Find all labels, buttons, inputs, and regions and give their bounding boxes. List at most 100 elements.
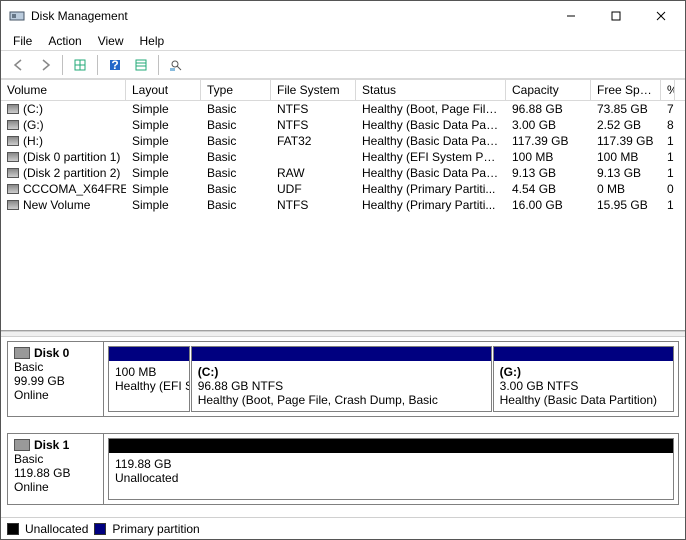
partition-status: Healthy (Boot, Page File, Crash Dump, Ba… <box>198 393 485 407</box>
partition[interactable]: (C:)96.88 GB NTFSHealthy (Boot, Page Fil… <box>191 346 492 412</box>
column-headers: Volume Layout Type File System Status Ca… <box>1 79 685 101</box>
partition-title: (C:) <box>198 365 485 379</box>
swatch-primary <box>94 523 106 535</box>
disk-row: Disk 0Basic99.99 GBOnline100 MBHealthy (… <box>7 341 679 417</box>
app-icon <box>9 8 25 24</box>
partition-bar <box>192 347 491 361</box>
minimize-button[interactable] <box>548 2 593 30</box>
cell-type: Basic <box>201 101 271 117</box>
partition-status: Healthy (Basic Data Partition) <box>500 393 667 407</box>
cell-fs: NTFS <box>271 197 356 213</box>
toolbar-separator <box>158 55 159 75</box>
hdd-icon <box>14 439 30 451</box>
partition[interactable]: (G:)3.00 GB NTFSHealthy (Basic Data Part… <box>493 346 674 412</box>
partition-title: (G:) <box>500 365 667 379</box>
search-button[interactable] <box>164 54 188 76</box>
cell-status: Healthy (Basic Data Parti... <box>356 117 506 133</box>
volume-icon <box>7 168 19 178</box>
maximize-button[interactable] <box>593 2 638 30</box>
volume-name: (C:) <box>23 102 43 116</box>
cell-status: Healthy (Basic Data Parti... <box>356 165 506 181</box>
graphical-view: Disk 0Basic99.99 GBOnline100 MBHealthy (… <box>1 337 685 517</box>
col-type[interactable]: Type <box>201 80 271 100</box>
col-status[interactable]: Status <box>356 80 506 100</box>
title-bar: Disk Management <box>1 1 685 31</box>
volume-row[interactable]: (H:)SimpleBasicFAT32Healthy (Basic Data … <box>1 133 685 149</box>
cell-free: 0 MB <box>591 181 661 197</box>
volume-row[interactable]: (Disk 0 partition 1)SimpleBasicHealthy (… <box>1 149 685 165</box>
view-grid-button[interactable] <box>68 54 92 76</box>
view-list-button[interactable] <box>129 54 153 76</box>
disk-partitions: 119.88 GBUnallocated <box>104 434 678 504</box>
disk-name: Disk 0 <box>34 346 69 360</box>
cell-capacity: 9.13 GB <box>506 165 591 181</box>
partition-size: 119.88 GB <box>115 457 667 471</box>
cell-pct: 1 <box>661 165 675 181</box>
cell-fs <box>271 149 356 165</box>
menu-help[interactable]: Help <box>132 32 173 50</box>
col-pct[interactable]: % <box>661 80 675 100</box>
hdd-icon <box>14 347 30 359</box>
disk-type: Basic <box>14 452 97 466</box>
volume-row[interactable]: (Disk 2 partition 2)SimpleBasicRAWHealth… <box>1 165 685 181</box>
partition-status: Unallocated <box>115 471 667 485</box>
volume-icon <box>7 152 19 162</box>
partition-bar <box>494 347 673 361</box>
cell-pct: 1 <box>661 197 675 213</box>
cell-type: Basic <box>201 165 271 181</box>
cell-layout: Simple <box>126 117 201 133</box>
cell-pct: 1 <box>661 133 675 149</box>
col-free[interactable]: Free Spa... <box>591 80 661 100</box>
disk-size: 99.99 GB <box>14 374 97 388</box>
forward-button[interactable] <box>33 54 57 76</box>
cell-capacity: 96.88 GB <box>506 101 591 117</box>
disk-label[interactable]: Disk 1Basic119.88 GBOnline <box>8 434 104 504</box>
col-capacity[interactable]: Capacity <box>506 80 591 100</box>
cell-status: Healthy (Primary Partiti... <box>356 197 506 213</box>
cell-type: Basic <box>201 117 271 133</box>
cell-free: 9.13 GB <box>591 165 661 181</box>
legend-primary: Primary partition <box>112 522 199 536</box>
svg-text:?: ? <box>111 58 118 72</box>
help-button[interactable]: ? <box>103 54 127 76</box>
cell-free: 100 MB <box>591 149 661 165</box>
partition-status: Healthy (EFI Sys <box>115 379 183 393</box>
cell-type: Basic <box>201 181 271 197</box>
cell-layout: Simple <box>126 181 201 197</box>
volume-icon <box>7 120 19 130</box>
col-layout[interactable]: Layout <box>126 80 201 100</box>
disk-type: Basic <box>14 360 97 374</box>
volume-name: (G:) <box>23 118 44 132</box>
cell-capacity: 4.54 GB <box>506 181 591 197</box>
disk-size: 119.88 GB <box>14 466 97 480</box>
menu-action[interactable]: Action <box>40 32 89 50</box>
cell-status: Healthy (Boot, Page File... <box>356 101 506 117</box>
menu-file[interactable]: File <box>5 32 40 50</box>
cell-layout: Simple <box>126 197 201 213</box>
cell-pct: 7 <box>661 101 675 117</box>
volume-row[interactable]: CCCOMA_X64FRE...SimpleBasicUDFHealthy (P… <box>1 181 685 197</box>
cell-status: Healthy (Basic Data Parti... <box>356 133 506 149</box>
partition[interactable]: 100 MBHealthy (EFI Sys <box>108 346 190 412</box>
partition[interactable]: 119.88 GBUnallocated <box>108 438 674 500</box>
partition-size: 96.88 GB NTFS <box>198 379 485 393</box>
col-volume[interactable]: Volume <box>1 80 126 100</box>
volume-icon <box>7 136 19 146</box>
cell-fs: NTFS <box>271 101 356 117</box>
volume-row[interactable]: New VolumeSimpleBasicNTFSHealthy (Primar… <box>1 197 685 213</box>
volume-row[interactable]: (G:)SimpleBasicNTFSHealthy (Basic Data P… <box>1 117 685 133</box>
volume-list: Volume Layout Type File System Status Ca… <box>1 79 685 331</box>
disk-state: Online <box>14 480 97 494</box>
volume-row[interactable]: (C:)SimpleBasicNTFSHealthy (Boot, Page F… <box>1 101 685 117</box>
window-title: Disk Management <box>31 9 548 23</box>
cell-type: Basic <box>201 149 271 165</box>
close-button[interactable] <box>638 2 683 30</box>
menu-view[interactable]: View <box>90 32 132 50</box>
cell-pct: 0 <box>661 181 675 197</box>
back-button[interactable] <box>7 54 31 76</box>
disk-partitions: 100 MBHealthy (EFI Sys(C:)96.88 GB NTFSH… <box>104 342 678 416</box>
menu-bar: File Action View Help <box>1 31 685 51</box>
disk-label[interactable]: Disk 0Basic99.99 GBOnline <box>8 342 104 416</box>
col-filesystem[interactable]: File System <box>271 80 356 100</box>
partition-size: 100 MB <box>115 365 183 379</box>
